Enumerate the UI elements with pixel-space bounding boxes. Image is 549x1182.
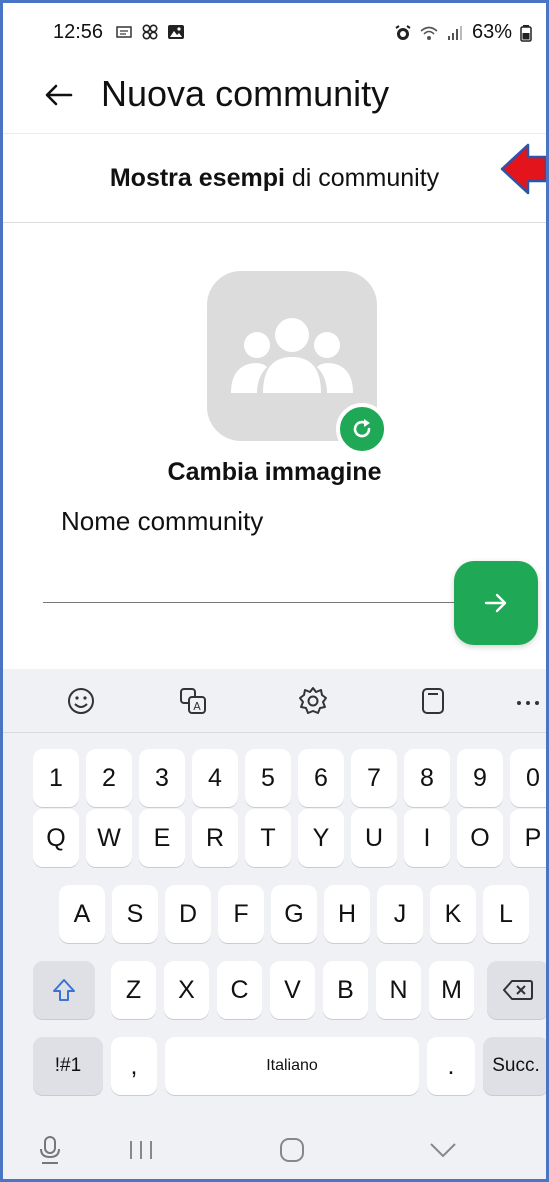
gallery-icon [168,25,184,39]
battery-icon [520,24,532,42]
message-icon [116,26,132,38]
show-examples-text: Mostra esempi di community [110,164,439,193]
more-icon[interactable] [515,685,541,717]
change-image-badge[interactable] [336,403,388,455]
digit-key[interactable]: 0 [510,749,546,807]
digit-key[interactable]: 2 [86,749,132,807]
page-title: Nuova community [101,73,390,114]
signal-icon [447,25,462,40]
change-image-button[interactable]: Cambia immagine [3,458,546,487]
shift-key[interactable] [33,961,95,1019]
letter-key[interactable]: V [270,961,315,1019]
letter-key[interactable]: L [483,885,529,943]
letter-key[interactable]: X [164,961,209,1019]
letter-key[interactable]: Z [111,961,156,1019]
svg-text:A: A [193,700,201,713]
letter-key[interactable]: P [510,809,546,867]
battery-percent: 63% [471,21,512,43]
digit-key[interactable]: 4 [192,749,238,807]
show-examples-rest: di community [284,163,440,192]
backspace-icon [503,980,533,1000]
status-bar: 12:56 63% [3,3,546,63]
letter-key[interactable]: B [323,961,368,1019]
digit-key[interactable]: 8 [404,749,450,807]
translate-icon[interactable]: A [177,685,209,717]
status-time: 12:56 [53,21,104,43]
system-icons: 63% [394,21,532,44]
letter-key[interactable]: D [165,885,211,943]
digit-key[interactable]: 7 [351,749,397,807]
pinwheel-icon [142,24,158,40]
keyboard-toolbar: A [3,669,546,733]
letter-key[interactable]: H [324,885,370,943]
comma-key[interactable]: , [111,1037,157,1095]
community-name-label: Nome community [61,506,264,536]
microphone-icon[interactable] [39,1135,61,1165]
digit-key[interactable]: 1 [33,749,79,807]
letter-key[interactable]: W [86,809,132,867]
letter-key[interactable]: Q [33,809,79,867]
digit-key[interactable]: 9 [457,749,503,807]
letter-key[interactable]: M [429,961,474,1019]
show-examples-bold: Mostra esempi [109,163,285,192]
letter-key[interactable]: J [377,885,423,943]
wifi-icon [420,26,438,40]
letter-key[interactable]: A [59,885,105,943]
symbols-key[interactable]: !#1 [33,1037,103,1095]
letter-key[interactable]: T [245,809,291,867]
letter-key[interactable]: E [139,809,185,867]
alarm-icon [395,24,411,40]
letter-key[interactable]: R [192,809,238,867]
keyboard: A 1234567890 QWERTYUIOP ASDFGHJKL ZXCVBN… [3,669,546,1179]
recent-apps-icon[interactable] [127,1139,155,1161]
letter-key[interactable]: C [217,961,262,1019]
letter-key[interactable]: S [112,885,158,943]
show-examples-link[interactable]: Mostra esempi di community [3,133,546,223]
letter-key[interactable]: I [404,809,450,867]
red-arrow-annotation [500,143,546,195]
home-icon[interactable] [279,1137,305,1163]
letter-key[interactable]: U [351,809,397,867]
digit-key[interactable]: 5 [245,749,291,807]
backspace-key[interactable] [487,961,546,1019]
notification-icons [115,23,185,41]
clipboard-icon[interactable] [417,685,449,717]
settings-icon[interactable] [297,685,329,717]
chevron-down-icon[interactable] [429,1141,457,1159]
shift-icon [53,979,75,1001]
emoji-icon[interactable] [65,685,97,717]
refresh-icon [353,419,371,438]
space-key[interactable]: Italiano [165,1037,419,1095]
digit-key[interactable]: 6 [298,749,344,807]
digit-key[interactable]: 3 [139,749,185,807]
phone-screen: 12:56 63% Nuova community Mostra esempi … [0,0,549,1182]
navigation-bar [3,1115,546,1179]
arrow-right-icon [484,593,507,613]
letter-key[interactable]: F [218,885,264,943]
community-name-input[interactable] [43,563,463,603]
letter-key[interactable]: G [271,885,317,943]
enter-key[interactable]: Succ. [483,1037,546,1095]
letter-key[interactable]: N [376,961,421,1019]
period-key[interactable]: . [427,1037,475,1095]
letter-key[interactable]: Y [298,809,344,867]
letter-key[interactable]: K [430,885,476,943]
back-arrow-icon[interactable] [41,77,77,113]
app-bar: Nuova community [3,63,546,133]
letter-key[interactable]: O [457,809,503,867]
community-group-icon [231,318,353,393]
next-button[interactable] [454,561,538,645]
